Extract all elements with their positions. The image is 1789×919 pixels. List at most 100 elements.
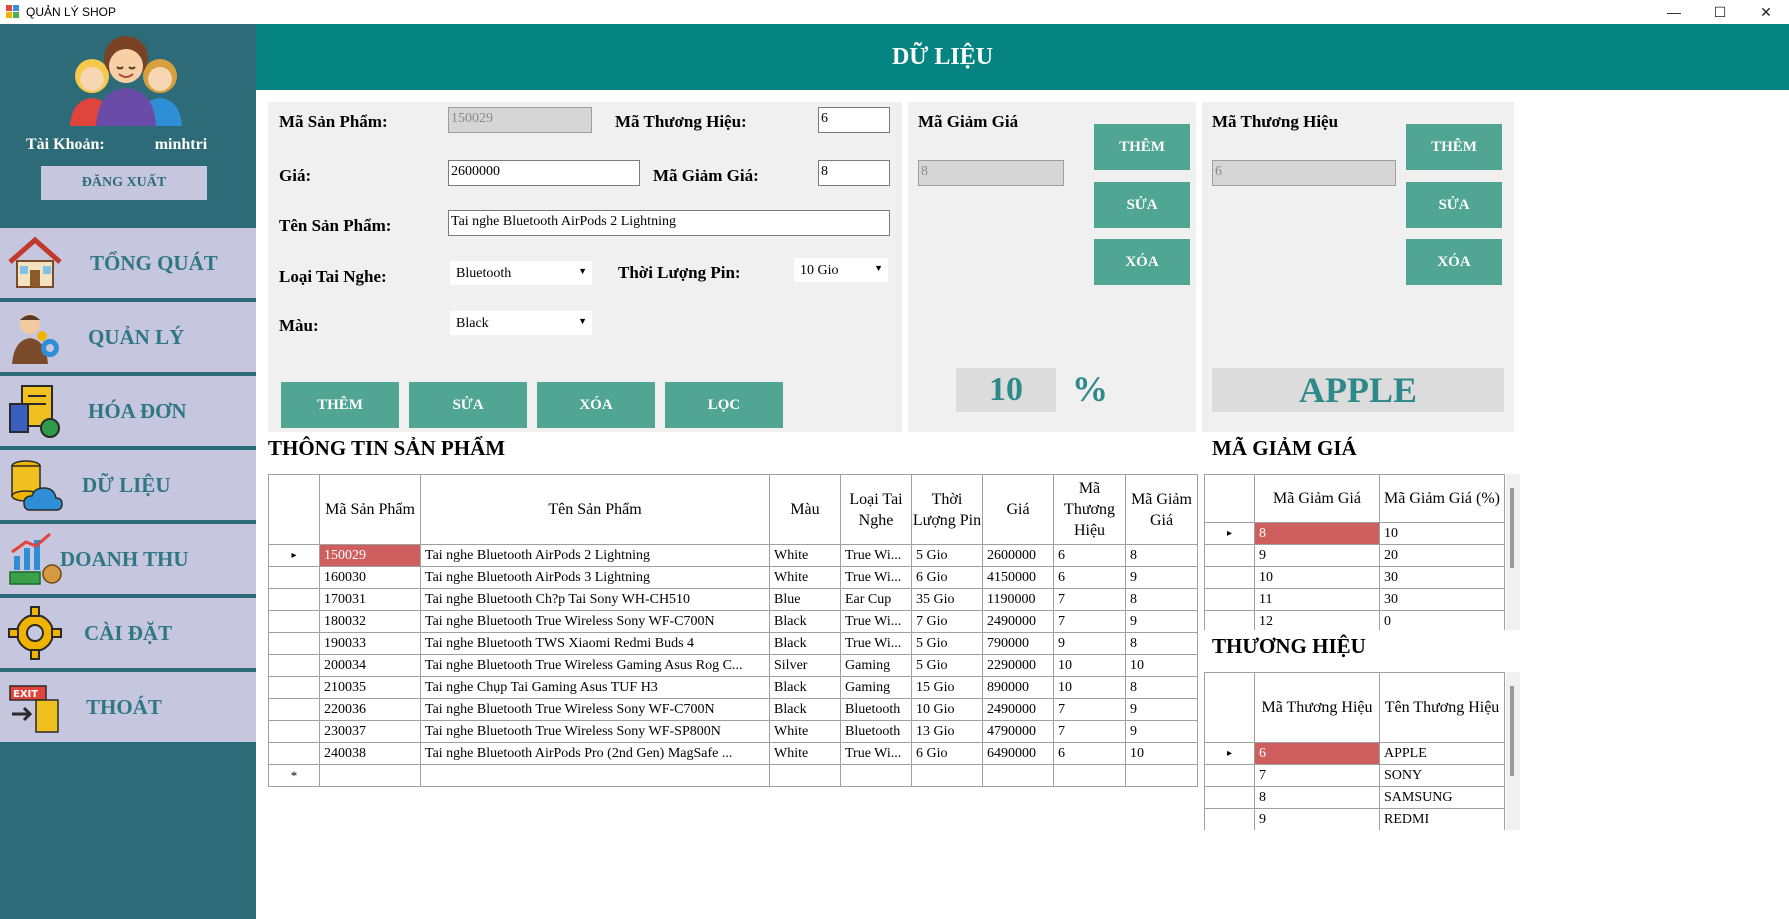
table-cell[interactable]: 10 <box>1125 742 1198 765</box>
row-header[interactable] <box>268 720 320 743</box>
sidebar-item-quan-ly[interactable]: QUẢN LÝ <box>0 302 256 374</box>
table-cell[interactable]: Gaming <box>840 654 912 677</box>
table-cell[interactable]: 7 Gio <box>911 610 983 633</box>
table-cell[interactable]: 8 <box>1125 588 1198 611</box>
table-row[interactable]: 220036 Tai nghe Bluetooth True Wireless S… <box>268 698 1198 721</box>
column-header[interactable]: Mã Sản Phẩm <box>319 474 421 545</box>
row-header[interactable] <box>268 742 320 765</box>
table-cell[interactable]: White <box>769 720 841 743</box>
table-cell[interactable]: 170031 <box>319 588 421 611</box>
products-table[interactable]: Mã Sản Phẩm Tên Sản Phẩm Màu Loại Tai Ng… <box>268 474 1198 787</box>
column-header[interactable]: Tên Sản Phẩm <box>420 474 770 545</box>
table-cell[interactable]: True Wi... <box>840 742 912 765</box>
edit-product-button[interactable]: SỬA <box>409 382 527 428</box>
row-header[interactable] <box>268 588 320 611</box>
table-cell[interactable]: SONY <box>1379 764 1505 787</box>
minimize-button[interactable]: — <box>1651 0 1697 24</box>
table-cell[interactable]: Tai nghe Bluetooth True Wireless Sony WF… <box>420 698 770 721</box>
delete-product-button[interactable]: XÓA <box>537 382 655 428</box>
table-cell[interactable]: 10 <box>1379 522 1505 545</box>
product-id-field[interactable]: 150029 <box>448 107 592 133</box>
brands-table[interactable]: Mã Thương Hiệu Tên Thương Hiệu ▸ 6 APPLE 7 S… <box>1204 672 1505 830</box>
table-cell[interactable]: Black <box>769 676 841 699</box>
table-cell[interactable]: 7 <box>1053 610 1126 633</box>
headphone-type-select[interactable]: Bluetooth ▼ <box>450 261 592 285</box>
row-header[interactable] <box>268 698 320 721</box>
scrollbar-thumb[interactable] <box>1510 488 1514 568</box>
table-cell[interactable]: 6 <box>1053 544 1126 567</box>
column-header[interactable]: Tên Thương Hiệu <box>1379 672 1505 743</box>
table-cell[interactable]: 8 <box>1254 786 1380 809</box>
table-cell[interactable]: Blue <box>769 588 841 611</box>
product-name-field[interactable]: Tai nghe Bluetooth AirPods 2 Lightning <box>448 210 890 236</box>
table-cell[interactable]: 10 <box>1053 676 1126 699</box>
table-row[interactable]: 11 30 <box>1204 588 1505 611</box>
table-cell[interactable]: 9 <box>1053 632 1126 655</box>
table-cell[interactable]: Tai nghe Bluetooth AirPods 3 Lightning <box>420 566 770 589</box>
table-cell[interactable]: 9 <box>1125 566 1198 589</box>
table-row[interactable]: 190033 Tai nghe Bluetooth TWS Xiaomi Redm… <box>268 632 1198 655</box>
add-product-button[interactable]: THÊM <box>281 382 399 428</box>
column-header[interactable]: Mã Giảm Giá (%) <box>1379 474 1505 523</box>
table-cell[interactable]: Silver <box>769 654 841 677</box>
table-cell[interactable]: 10 <box>1053 654 1126 677</box>
table-cell[interactable]: 8 <box>1125 676 1198 699</box>
color-select[interactable]: Black ▼ <box>450 311 592 335</box>
row-header[interactable] <box>1204 544 1255 567</box>
table-cell[interactable] <box>420 764 770 787</box>
table-cell[interactable]: 160030 <box>319 566 421 589</box>
table-cell[interactable]: Black <box>769 610 841 633</box>
table-cell[interactable]: Tai nghe Bluetooth AirPods 2 Lightning <box>420 544 770 567</box>
add-brand-button[interactable]: THÊM <box>1406 124 1502 170</box>
maximize-button[interactable]: ☐ <box>1697 0 1743 24</box>
table-cell[interactable]: 9 <box>1125 610 1198 633</box>
sidebar-item-cai-dat[interactable]: CÀI ĐẶT <box>0 598 256 670</box>
table-cell[interactable] <box>319 764 421 787</box>
table-cell[interactable]: 35 Gio <box>911 588 983 611</box>
brand-id-field[interactable]: 6 <box>818 107 890 133</box>
table-cell[interactable]: 10 Gio <box>911 698 983 721</box>
table-cell[interactable]: 2490000 <box>982 610 1054 633</box>
table-cell[interactable]: 240038 <box>319 742 421 765</box>
table-cell[interactable]: White <box>769 544 841 567</box>
column-header[interactable]: Mã Giảm Giá <box>1254 474 1380 523</box>
table-row[interactable]: 12 0 <box>1204 610 1505 630</box>
column-header[interactable]: Mã Thương Hiệu <box>1053 474 1126 545</box>
table-cell[interactable]: Gaming <box>840 676 912 699</box>
table-cell[interactable]: True Wi... <box>840 544 912 567</box>
table-cell[interactable]: True Wi... <box>840 610 912 633</box>
table-row[interactable]: 200034 Tai nghe Bluetooth True Wireless G… <box>268 654 1198 677</box>
table-cell[interactable]: 20 <box>1379 544 1505 567</box>
table-cell[interactable]: 0 <box>1379 610 1505 630</box>
table-cell[interactable]: 200034 <box>319 654 421 677</box>
table-cell[interactable]: 6490000 <box>982 742 1054 765</box>
table-cell[interactable]: REDMI <box>1379 808 1505 830</box>
table-cell[interactable]: 5 Gio <box>911 632 983 655</box>
table-cell[interactable]: 9 <box>1254 544 1380 567</box>
sidebar-item-tong-quat[interactable]: TỔNG QUÁT <box>0 228 256 300</box>
table-row[interactable]: 7 SONY <box>1204 764 1505 787</box>
row-header[interactable] <box>268 632 320 655</box>
column-header[interactable]: Thời Lượng Pin <box>911 474 983 545</box>
battery-select[interactable]: 10 Gio ▼ <box>794 258 888 282</box>
discount-code-field[interactable]: 8 <box>918 160 1064 186</box>
table-cell[interactable]: 30 <box>1379 588 1505 611</box>
table-cell[interactable]: 5 Gio <box>911 544 983 567</box>
table-cell[interactable]: 8 <box>1125 632 1198 655</box>
row-header[interactable] <box>268 610 320 633</box>
column-header[interactable]: Màu <box>769 474 841 545</box>
table-cell[interactable]: Tai nghe Bluetooth TWS Xiaomi Redmi Buds… <box>420 632 770 655</box>
scrollbar-thumb[interactable] <box>1510 686 1514 776</box>
table-row[interactable]: 180032 Tai nghe Bluetooth True Wireless S… <box>268 610 1198 633</box>
row-header[interactable] <box>1204 764 1255 787</box>
column-header[interactable]: Loại Tai Nghe <box>840 474 912 545</box>
table-cell[interactable]: SAMSUNG <box>1379 786 1505 809</box>
table-cell[interactable]: 13 Gio <box>911 720 983 743</box>
table-cell[interactable]: 8 <box>1254 522 1380 545</box>
table-cell[interactable]: Black <box>769 698 841 721</box>
row-header[interactable] <box>1204 566 1255 589</box>
table-cell[interactable]: 9 <box>1254 808 1380 830</box>
table-cell[interactable]: 4790000 <box>982 720 1054 743</box>
table-cell[interactable] <box>1053 764 1126 787</box>
discount-id-field[interactable]: 8 <box>818 160 890 186</box>
